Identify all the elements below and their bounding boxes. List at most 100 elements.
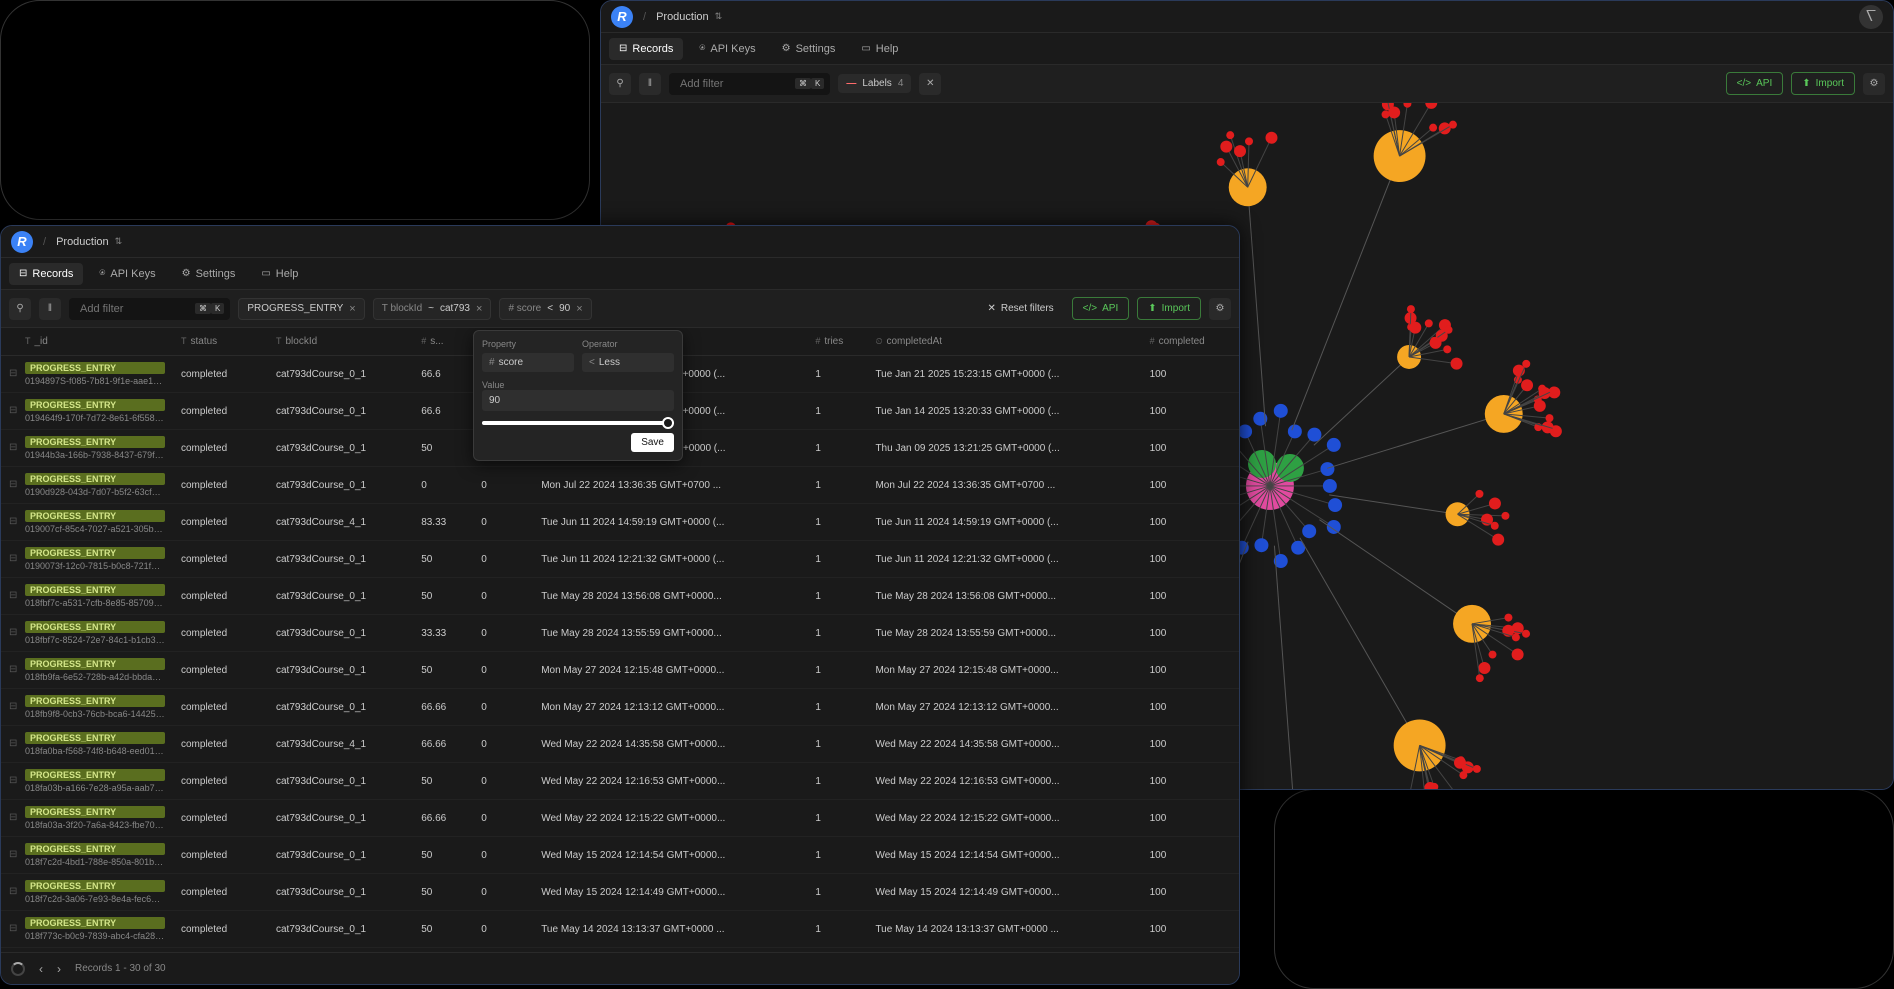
tab-settings[interactable]: ⚙Settings	[772, 38, 846, 60]
filter-chip-score[interactable]: # score < 90 ×	[499, 298, 591, 320]
slider-thumb[interactable]	[662, 417, 674, 429]
cell-completed: 100	[1142, 763, 1239, 800]
type-badge: PROGRESS_ENTRY	[25, 362, 165, 374]
next-page-button[interactable]: ›	[57, 962, 61, 976]
chip-close[interactable]: ✕	[919, 73, 941, 95]
cell-status: completed	[173, 948, 268, 953]
col-status[interactable]: Tstatus	[173, 328, 268, 356]
operator-select[interactable]: <Less	[582, 353, 674, 372]
col-score[interactable]: #s...	[413, 328, 473, 356]
cell-extra: 0	[473, 578, 533, 615]
reset-filters-button[interactable]: ✕Reset filters	[977, 298, 1063, 319]
api-button-front[interactable]: </>API	[1072, 297, 1130, 320]
settings-gear-button-front[interactable]: ⚙	[1209, 298, 1231, 320]
table-row[interactable]: ⊟PROGRESS_ENTRY018f773c-b0c9-7839-abc4-c…	[1, 911, 1239, 948]
cell-score: 66.6	[413, 356, 473, 393]
api-button[interactable]: </>API	[1726, 72, 1784, 95]
table-row[interactable]: ⊟PROGRESS_ENTRY018f7c2d-3a06-7e93-8e4a-f…	[1, 874, 1239, 911]
value-label: Value	[482, 380, 674, 390]
score-filter-popover: Property #score Operator <Less Value Sav…	[473, 330, 683, 461]
cell-completed: 100	[1142, 467, 1239, 504]
chevron-updown-icon-front[interactable]: ⇅	[115, 236, 123, 247]
col-completed[interactable]: #completed	[1142, 328, 1239, 356]
record-id: 018fb9f8-0cb3-76cb-bca6-14425b20...	[25, 709, 165, 719]
cell-status: completed	[173, 356, 268, 393]
cell-status: completed	[173, 541, 268, 578]
cell-tries: 1	[807, 467, 867, 504]
cell-blockid: cat793dCourse_0_1	[268, 430, 413, 467]
table-row[interactable]: ⊟PROGRESS_ENTRY018f7c2d-4bd1-788e-850a-8…	[1, 837, 1239, 874]
tab-help[interactable]: ▭Help	[851, 38, 908, 60]
tab-api-keys-front[interactable]: ⍟API Keys	[89, 263, 165, 285]
import-button-front[interactable]: ⬆Import	[1137, 297, 1201, 320]
tab-records-front[interactable]: ⊟Records	[9, 263, 83, 285]
cell-tries: 1	[807, 948, 867, 953]
cell-tries: 1	[807, 837, 867, 874]
cell-startedat: Wed May 22 2024 12:15:22 GMT+0000...	[533, 800, 807, 837]
value-slider[interactable]	[482, 421, 674, 425]
breadcrumb-project-front[interactable]: Production	[56, 236, 109, 248]
app-logo-front[interactable]: R	[11, 231, 33, 253]
chip-labels[interactable]: — Labels 4	[838, 74, 911, 93]
value-input[interactable]	[482, 390, 674, 411]
pause-icon-button-front[interactable]: ‖	[39, 298, 61, 320]
filter-input-front[interactable]	[75, 298, 195, 320]
col-tries[interactable]: #tries	[807, 328, 867, 356]
record-id: 018fa0ba-f568-74f8-b648-eed0120b...	[25, 746, 165, 756]
table-row[interactable]: ⊟PROGRESS_ENTRY018fa0ba-f568-74f8-b648-e…	[1, 726, 1239, 763]
filter-chip-blockid[interactable]: T blockId ~ cat793 ×	[373, 298, 492, 320]
chevron-updown-icon[interactable]: ⇅	[715, 11, 723, 22]
table-row[interactable]: ⊟PROGRESS_ENTRY018fbf7c-8524-72e7-84c1-b…	[1, 615, 1239, 652]
cell-blockid: cat793dCourse_0_1	[268, 689, 413, 726]
topbar-front: R / Production ⇅	[1, 226, 1239, 258]
record-icon: ⊟	[9, 664, 17, 675]
close-icon[interactable]: ×	[476, 303, 482, 315]
cell-completedat: Wed May 22 2024 12:16:53 GMT+0000...	[867, 763, 1141, 800]
col-id[interactable]: T_id	[1, 328, 173, 356]
breadcrumb-project[interactable]: Production	[656, 11, 709, 23]
loading-spinner-icon	[11, 962, 25, 976]
save-button[interactable]: Save	[631, 433, 674, 452]
cell-tries: 1	[807, 615, 867, 652]
filter-input[interactable]	[675, 73, 795, 95]
cell-tries: 1	[807, 911, 867, 948]
app-logo[interactable]: R	[611, 6, 633, 28]
tab-records[interactable]: ⊟Records	[609, 38, 683, 60]
prev-page-button[interactable]: ‹	[39, 962, 43, 976]
filter-icon-button-front[interactable]: ⚲	[9, 298, 31, 320]
user-avatar[interactable]: ⎲	[1859, 5, 1883, 29]
table-row[interactable]: ⊟PROGRESS_ENTRY018fa03a-3f20-7a6a-8423-f…	[1, 800, 1239, 837]
table-row[interactable]: ⊟PROGRESS_ENTRY0190d928-043d-7d07-b5f2-6…	[1, 467, 1239, 504]
cell-completedat: Tue May 28 2024 13:56:08 GMT+0000...	[867, 578, 1141, 615]
record-id: 0194897S-f085-7b81-9f1e-aae19656...	[25, 376, 165, 386]
cell-tries: 1	[807, 541, 867, 578]
tab-settings-front[interactable]: ⚙Settings	[172, 263, 246, 285]
upload-icon: ⬆	[1802, 78, 1810, 89]
table-row[interactable]: ⊟PROGRESS_ENTRY018fa03b-a166-7e28-a95a-a…	[1, 763, 1239, 800]
tab-api-keys[interactable]: ⍟API Keys	[689, 38, 765, 60]
property-select[interactable]: #score	[482, 353, 574, 372]
table-row[interactable]: ⊟PROGRESS_ENTRY018f773b-2209-711f-84bd-c…	[1, 948, 1239, 953]
import-button[interactable]: ⬆Import	[1791, 72, 1855, 95]
record-id: 018f7c2d-4bd1-788e-850a-801b8216...	[25, 857, 165, 867]
table-row[interactable]: ⊟PROGRESS_ENTRY0190073f-12c0-7815-b0c8-7…	[1, 541, 1239, 578]
type-badge: PROGRESS_ENTRY	[25, 510, 165, 522]
close-icon[interactable]: ×	[349, 303, 355, 315]
cell-completedat: Wed May 15 2024 12:14:49 GMT+0000...	[867, 874, 1141, 911]
filter-icon-button[interactable]: ⚲	[609, 73, 631, 95]
filter-chip-type[interactable]: PROGRESS_ENTRY×	[238, 298, 364, 320]
cell-score: 50	[413, 578, 473, 615]
settings-gear-button[interactable]: ⚙	[1863, 73, 1885, 95]
table-row[interactable]: ⊟PROGRESS_ENTRY019007cf-85c4-7027-a521-3…	[1, 504, 1239, 541]
pause-icon-button[interactable]: ‖	[639, 73, 661, 95]
cell-completed: 100	[1142, 689, 1239, 726]
table-row[interactable]: ⊟PROGRESS_ENTRY018fb9fa-6e52-728b-a42d-b…	[1, 652, 1239, 689]
col-completedat[interactable]: ⏲completedAt	[867, 328, 1141, 356]
col-blockid[interactable]: TblockId	[268, 328, 413, 356]
table-row[interactable]: ⊟PROGRESS_ENTRY018fb9f8-0cb3-76cb-bca6-1…	[1, 689, 1239, 726]
close-icon[interactable]: ×	[576, 303, 582, 315]
tab-help-front[interactable]: ▭Help	[251, 263, 308, 285]
record-icon: ⊟	[9, 627, 17, 638]
cell-score: 50	[413, 911, 473, 948]
table-row[interactable]: ⊟PROGRESS_ENTRY018fbf7c-a531-7cfb-8e85-8…	[1, 578, 1239, 615]
